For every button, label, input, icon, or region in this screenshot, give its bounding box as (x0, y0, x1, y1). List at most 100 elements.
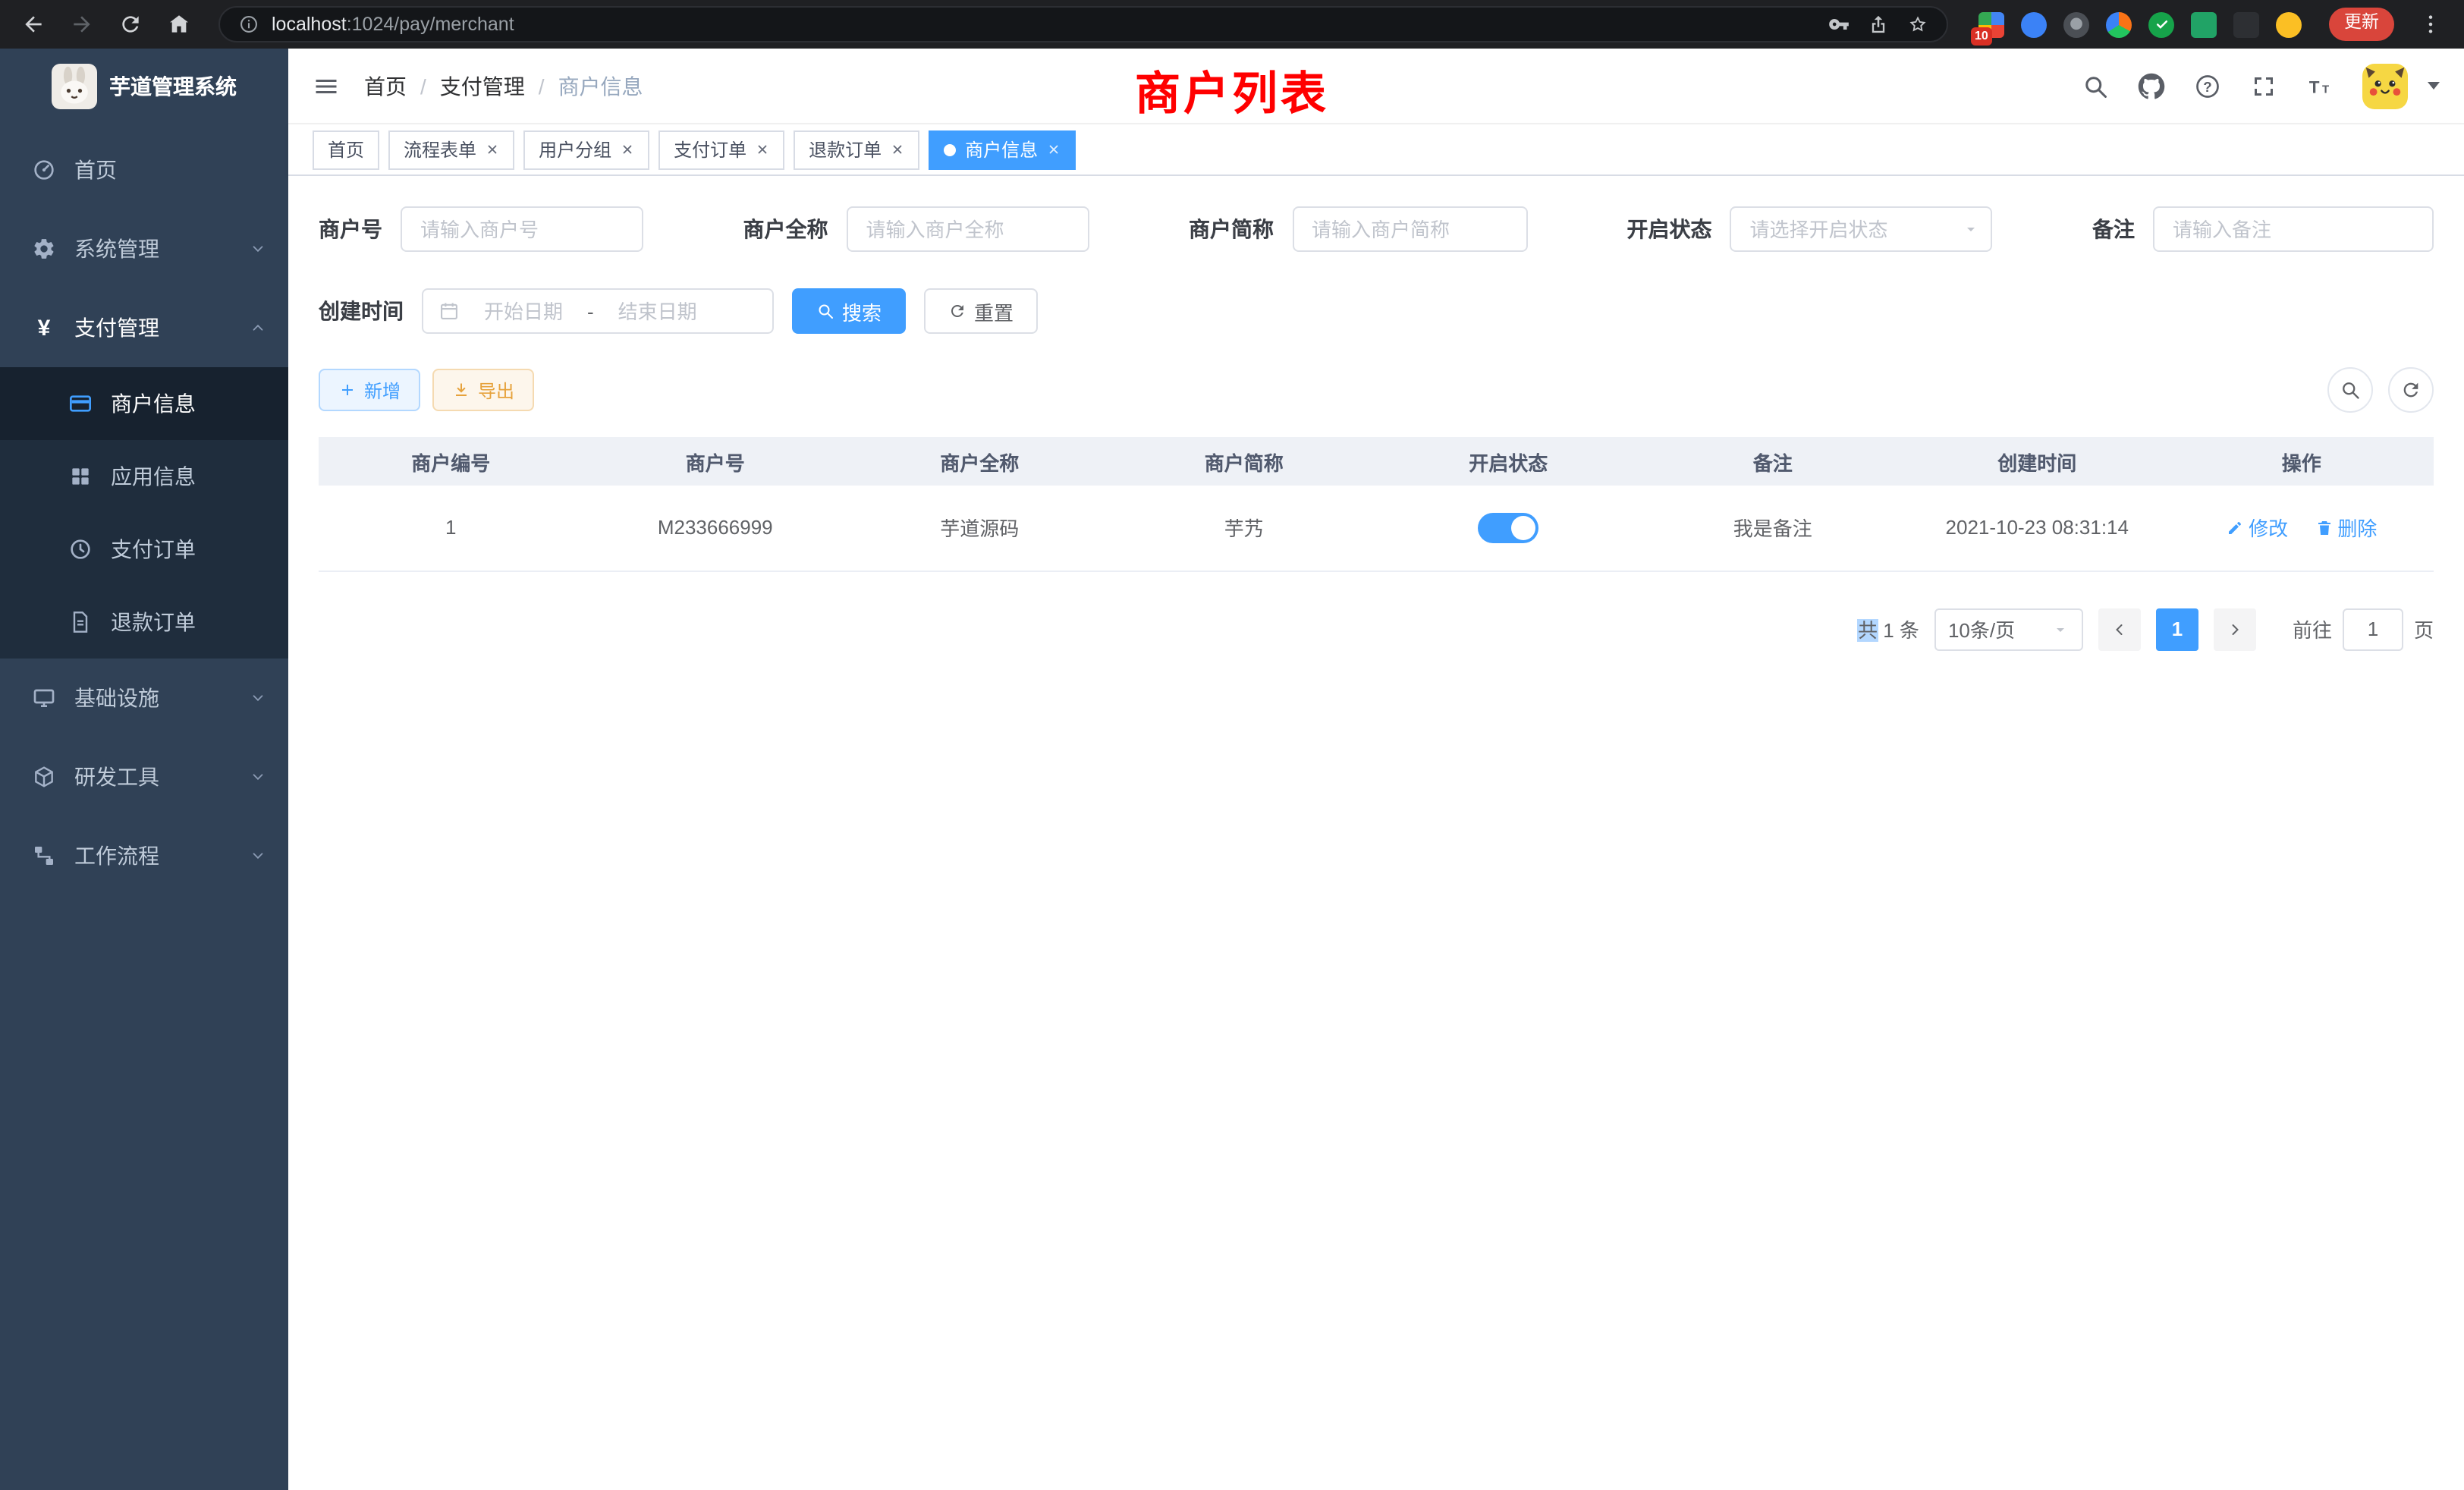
browser-reload-icon[interactable] (112, 6, 149, 42)
user-avatar[interactable] (2362, 63, 2408, 108)
document-icon (67, 608, 94, 636)
close-icon[interactable] (891, 143, 904, 156)
tab-user-group[interactable]: 用户分组 (523, 130, 649, 169)
tab-home[interactable]: 首页 (313, 130, 379, 169)
close-icon[interactable] (756, 143, 769, 156)
tags-view: 首页 流程表单 用户分组 支付订单 退款订单 商户信息 (288, 124, 2464, 176)
tab-pay-order[interactable]: 支付订单 (658, 130, 784, 169)
sidebar-item-system[interactable]: 系统管理 (0, 209, 288, 288)
sidebar-item-merchant-info[interactable]: 商户信息 (0, 367, 288, 440)
refresh-icon (948, 302, 966, 320)
page-number-button[interactable]: 1 (2156, 608, 2198, 650)
dashboard-icon (30, 156, 58, 184)
password-key-icon[interactable] (1828, 14, 1850, 35)
sidebar-item-refund-order[interactable]: 退款订单 (0, 586, 288, 659)
close-icon[interactable] (486, 143, 499, 156)
browser-forward-icon[interactable] (64, 6, 100, 42)
browser-back-icon[interactable] (15, 6, 52, 42)
search-icon (2340, 379, 2361, 401)
browser-home-icon[interactable] (161, 6, 197, 42)
add-button-label: 新增 (364, 377, 401, 403)
date-separator: - (587, 300, 594, 322)
delete-button-label: 删除 (2337, 514, 2377, 542)
merchant-table: 商户编号 商户号 商户全称 商户简称 开启状态 备注 创建时间 操作 1 (319, 437, 2434, 571)
tab-label: 退款订单 (809, 137, 882, 162)
breadcrumb-item[interactable]: 首页 (364, 71, 407, 101)
close-icon[interactable] (1047, 143, 1061, 156)
search-button[interactable]: 搜索 (792, 288, 906, 334)
omnibox-actions (1828, 14, 1928, 35)
status-toggle[interactable] (1478, 513, 1538, 543)
extension-icon[interactable] (2148, 11, 2174, 37)
url-host: localhost (272, 14, 347, 35)
sidebar-item-workflow[interactable]: 工作流程 (0, 816, 288, 895)
browser-menu-icon[interactable] (2412, 6, 2449, 42)
sidebar-toggle-icon[interactable] (313, 72, 340, 99)
extension-icon[interactable] (2106, 11, 2132, 37)
extension-icon[interactable] (2233, 11, 2259, 37)
tab-merchant-info[interactable]: 商户信息 (929, 130, 1076, 169)
github-icon[interactable] (2138, 72, 2165, 99)
filter-label: 商户简称 (1189, 214, 1274, 244)
extension-icon[interactable] (2063, 11, 2089, 37)
merchant-no-input[interactable] (401, 206, 643, 252)
sidebar-item-pay-order[interactable]: 支付订单 (0, 513, 288, 586)
cell-merchant-no: M233666999 (583, 486, 848, 571)
browser-update-button[interactable]: 更新 (2329, 8, 2394, 41)
table-header-row: 商户编号 商户号 商户全称 商户简称 开启状态 备注 创建时间 操作 (319, 437, 2434, 486)
toggle-search-button[interactable] (2327, 367, 2373, 413)
status-select[interactable] (1730, 206, 1993, 252)
sidebar-item-home[interactable]: 首页 (0, 130, 288, 209)
plus-icon (338, 381, 357, 399)
status-select-input[interactable] (1730, 206, 1993, 252)
user-menu-caret-icon[interactable] (2428, 82, 2440, 90)
screen: localhost:1024/pay/merchant 10 更新 芋道管理系统 (0, 0, 2464, 1490)
help-doc-icon[interactable] (2194, 72, 2221, 99)
sidebar-item-infra[interactable]: 基础设施 (0, 659, 288, 737)
cell-short-name: 芋艿 (1112, 486, 1377, 571)
address-bar[interactable]: localhost:1024/pay/merchant (218, 6, 1948, 42)
export-button[interactable]: 导出 (432, 369, 534, 411)
calendar-icon (438, 300, 460, 322)
date-range-picker[interactable]: - (422, 288, 774, 334)
url-path: :1024/pay/merchant (347, 14, 514, 35)
date-end-input[interactable] (600, 300, 715, 322)
remark-input[interactable] (2153, 206, 2434, 252)
clock-icon (67, 536, 94, 563)
tab-refund-order[interactable]: 退款订单 (794, 130, 919, 169)
share-icon[interactable] (1868, 14, 1889, 35)
next-page-button[interactable] (2214, 608, 2256, 650)
date-start-input[interactable] (466, 300, 581, 322)
fullscreen-icon[interactable] (2250, 72, 2277, 99)
sidebar-item-payment[interactable]: ¥ 支付管理 (0, 288, 288, 367)
page-size-select[interactable]: 10条/页 (1934, 608, 2083, 650)
short-name-input[interactable] (1292, 206, 1527, 252)
column-header: 操作 (2170, 437, 2434, 486)
reset-button[interactable]: 重置 (924, 288, 1038, 334)
prev-page-button[interactable] (2098, 608, 2141, 650)
bookmark-star-icon[interactable] (1907, 14, 1928, 35)
close-icon[interactable] (621, 143, 634, 156)
extension-icon[interactable] (2276, 11, 2302, 37)
extension-icon[interactable] (2021, 11, 2047, 37)
breadcrumb-item[interactable]: 支付管理 (440, 71, 525, 101)
sidebar-item-label: 系统管理 (74, 234, 232, 264)
add-button[interactable]: 新增 (319, 369, 420, 411)
site-info-icon[interactable] (238, 14, 259, 35)
full-name-input[interactable] (847, 206, 1089, 252)
extension-icon[interactable] (2191, 11, 2217, 37)
app-shell: 芋道管理系统 首页 系统管理 ¥ 支付管理 (0, 49, 2464, 1490)
extension-icon[interactable]: 10 (1978, 11, 2004, 37)
tab-process-form[interactable]: 流程表单 (388, 130, 514, 169)
header-search-icon[interactable] (2082, 72, 2109, 99)
goto-page-input[interactable] (2343, 608, 2403, 650)
refresh-table-button[interactable] (2388, 367, 2434, 413)
caret-down-icon (1963, 220, 1981, 238)
app-logo[interactable]: 芋道管理系统 (0, 49, 288, 124)
edit-button[interactable]: 修改 (2226, 514, 2288, 542)
font-size-icon[interactable] (2306, 72, 2334, 99)
sidebar-item-app-info[interactable]: 应用信息 (0, 440, 288, 513)
navbar-actions (2082, 63, 2440, 108)
sidebar-item-dev-tools[interactable]: 研发工具 (0, 737, 288, 816)
delete-button[interactable]: 删除 (2315, 514, 2377, 542)
